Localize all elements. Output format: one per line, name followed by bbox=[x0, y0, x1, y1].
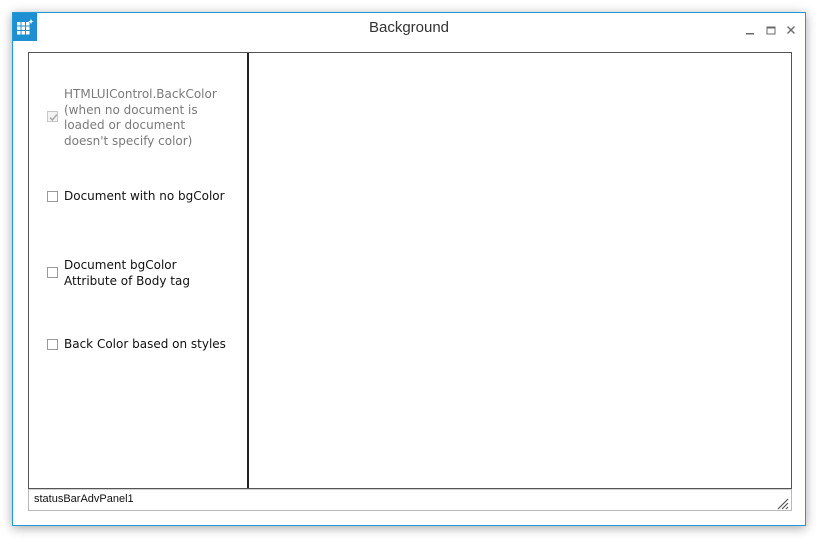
options-panel: HTMLUIControl.BackColor (when no documen… bbox=[29, 53, 249, 488]
background-window: Background HTMLUIControl.BackColor (when… bbox=[12, 12, 806, 526]
bgcolor-attribute-label: Document bgColor Attribute of Body tag bbox=[64, 258, 190, 288]
html-preview-panel[interactable] bbox=[249, 53, 791, 488]
maximize-icon bbox=[766, 26, 776, 35]
close-icon bbox=[787, 26, 795, 34]
styles-label: Back Color based on styles bbox=[64, 337, 226, 351]
window-title: Background bbox=[368, 19, 450, 36]
status-panel-text: statusBarAdvPanel1 bbox=[34, 493, 134, 505]
bgcolor-attribute-checkbox[interactable] bbox=[47, 267, 58, 278]
resize-grip-icon bbox=[777, 498, 789, 510]
maximize-button[interactable] bbox=[764, 22, 778, 36]
backcolor-checkbox[interactable] bbox=[47, 111, 58, 122]
no-bgcolor-label: Document with no bgColor bbox=[64, 189, 225, 203]
no-bgcolor-checkbox[interactable] bbox=[47, 191, 58, 202]
close-button[interactable] bbox=[784, 22, 798, 36]
styles-checkbox[interactable] bbox=[47, 339, 58, 350]
minimize-icon bbox=[746, 33, 754, 35]
title-bar[interactable]: Background bbox=[13, 13, 805, 43]
minimize-button[interactable] bbox=[743, 22, 757, 36]
resize-grip[interactable] bbox=[775, 495, 789, 510]
backcolor-label: HTMLUIControl.BackColor (when no documen… bbox=[64, 87, 217, 148]
checkmark-icon bbox=[49, 114, 58, 122]
content-area: HTMLUIControl.BackColor (when no documen… bbox=[28, 52, 792, 489]
status-bar: statusBarAdvPanel1 bbox=[28, 489, 792, 511]
